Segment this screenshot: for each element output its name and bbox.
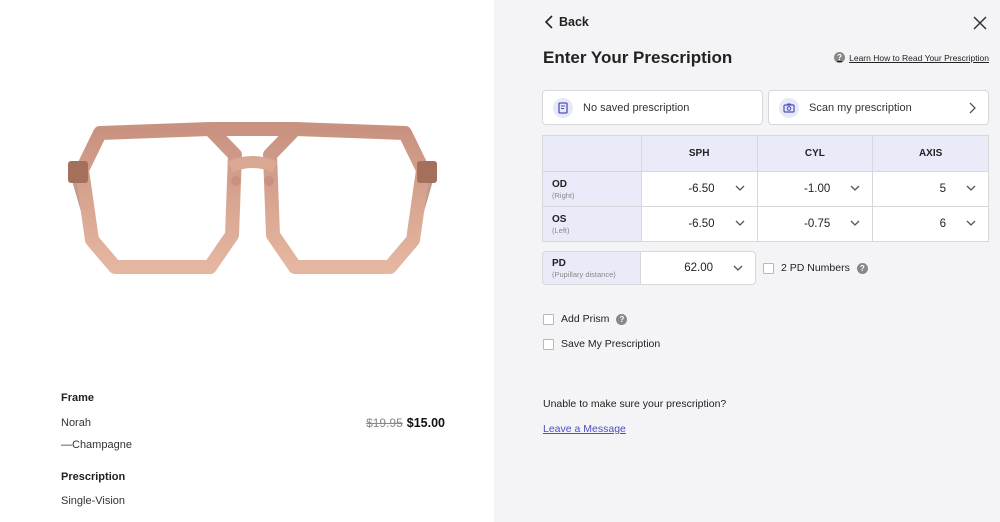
page-title: Enter Your Prescription xyxy=(543,48,733,67)
chevron-down-icon xyxy=(966,220,976,226)
chevron-left-icon xyxy=(544,15,553,29)
prescription-table: SPH CYL AXIS OD (Right) -6.50 -1.00 5 OS… xyxy=(542,135,989,242)
os-sph-select[interactable]: -6.50 xyxy=(640,207,757,241)
document-icon xyxy=(553,97,573,118)
help-icon: ? xyxy=(834,52,846,63)
chevron-down-icon xyxy=(735,220,744,226)
close-icon[interactable] xyxy=(972,15,988,31)
table-row-od: OD (Right) -6.50 -1.00 5 xyxy=(543,171,988,206)
two-pd-label: 2 PD Numbers xyxy=(781,262,850,274)
prescription-type: Single-Vision xyxy=(61,495,126,507)
header-axis: AXIS xyxy=(872,136,988,171)
learn-link[interactable]: ? Learn How to Read Your Prescription xyxy=(834,52,989,63)
chevron-down-icon xyxy=(733,265,743,271)
pd-label: PD (Pupillary distance) xyxy=(542,251,640,285)
frame-name: Norah xyxy=(61,417,91,429)
eye-sub: (Left) xyxy=(552,225,570,235)
eye-code: OS xyxy=(552,213,567,225)
help-icon[interactable]: ? xyxy=(616,313,628,325)
od-cyl-select[interactable]: -1.00 xyxy=(756,172,873,206)
chevron-down-icon xyxy=(850,185,860,191)
frame-color: —Champagne xyxy=(61,439,132,451)
chevron-right-icon xyxy=(969,102,976,114)
back-button[interactable]: Back xyxy=(544,15,589,29)
save-prescription-checkbox[interactable] xyxy=(543,338,554,350)
help-icon[interactable]: ? xyxy=(856,262,868,274)
add-prism-label: Add Prism xyxy=(561,313,610,325)
leave-message-link[interactable]: Leave a Message xyxy=(543,423,626,435)
pd-select[interactable]: 62.00 xyxy=(640,251,756,285)
pd-sub: (Pupillary distance) xyxy=(552,269,616,279)
frame-heading: Frame xyxy=(61,392,95,404)
header-blank xyxy=(543,136,641,171)
pd-code: PD xyxy=(552,257,566,269)
table-header-row: SPH CYL AXIS xyxy=(543,136,988,171)
scan-card-label: Scan my prescription xyxy=(809,101,912,114)
chevron-down-icon xyxy=(850,220,860,226)
eye-sub: (Right) xyxy=(552,190,575,200)
unable-text: Unable to make sure your prescription? xyxy=(543,398,727,410)
eye-label-os: OS (Left) xyxy=(543,207,641,241)
table-row-os: OS (Left) -6.50 -0.75 6 xyxy=(543,206,988,241)
os-cyl-select[interactable]: -0.75 xyxy=(756,207,873,241)
od-axis-select[interactable]: 5 xyxy=(872,172,988,206)
back-label: Back xyxy=(559,15,589,29)
add-prism-option: Add Prism ? xyxy=(543,313,628,325)
two-pd-option: 2 PD Numbers ? xyxy=(763,262,868,274)
prescription-panel: Back Enter Your Prescription ? Learn How… xyxy=(494,0,1000,522)
prescription-heading: Prescription xyxy=(61,471,126,483)
os-axis-select[interactable]: 6 xyxy=(872,207,988,241)
od-sph-select[interactable]: -6.50 xyxy=(640,172,757,206)
add-prism-checkbox[interactable] xyxy=(543,313,554,325)
price: $19.95 $15.00 xyxy=(366,416,445,430)
saved-prescription-card[interactable]: No saved prescription xyxy=(542,90,763,125)
eye-code: OD xyxy=(552,178,567,190)
current-price: $15.00 xyxy=(406,416,445,430)
header-cyl: CYL xyxy=(756,136,873,171)
glasses-image xyxy=(68,122,437,274)
chevron-down-icon xyxy=(735,185,744,191)
scan-prescription-card[interactable]: Scan my prescription xyxy=(768,90,989,125)
two-pd-checkbox[interactable] xyxy=(763,262,774,274)
saved-card-label: No saved prescription xyxy=(583,101,690,114)
save-prescription-option: Save My Prescription xyxy=(543,338,660,350)
save-prescription-label: Save My Prescription xyxy=(561,338,661,350)
header-sph: SPH xyxy=(640,136,757,171)
eye-label-od: OD (Right) xyxy=(543,172,641,206)
chevron-down-icon xyxy=(966,185,976,191)
product-pane: Frame Norah —Champagne $19.95 $15.00 Pre… xyxy=(0,0,494,522)
camera-icon xyxy=(779,97,799,118)
learn-link-label: Learn How to Read Your Prescription xyxy=(849,52,989,63)
original-price: $19.95 xyxy=(366,416,403,430)
